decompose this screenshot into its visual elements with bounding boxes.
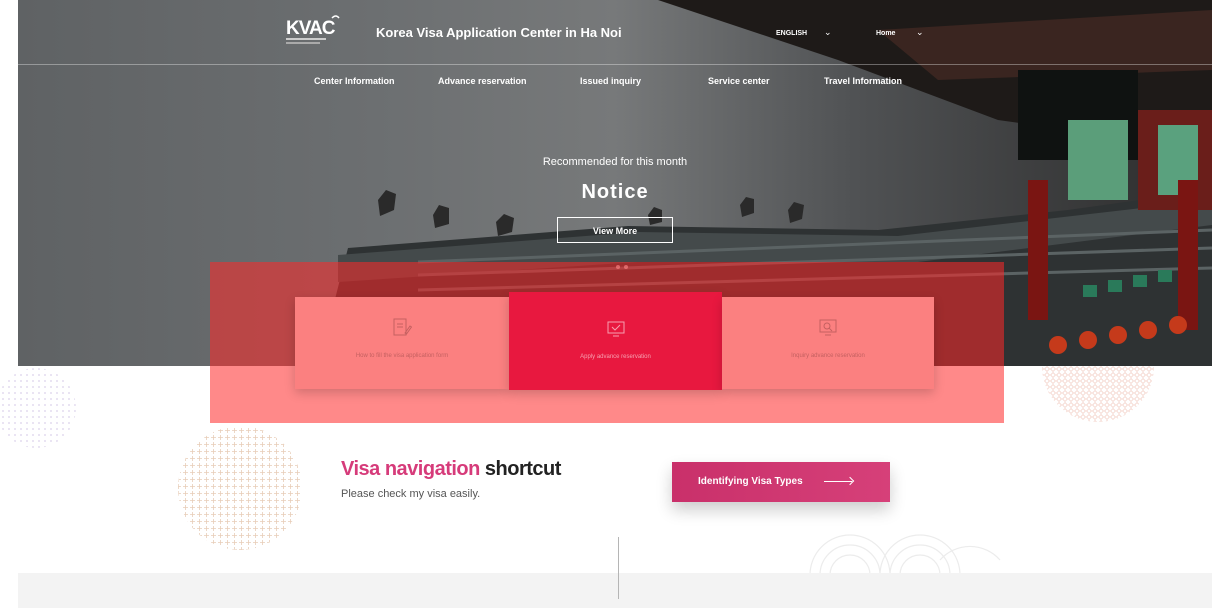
card-apply-reservation[interactable]: Apply advance reservation [509, 292, 722, 390]
top-bar: KVAC Korea Visa Application Center in Ha… [18, 0, 1212, 64]
button-label: Identifying Visa Types [698, 476, 803, 487]
identify-visa-types-button[interactable]: Identifying Visa Types [672, 462, 890, 502]
monitor-search-icon [819, 319, 837, 336]
site-title[interactable]: Korea Visa Application Center in Ha Noi [376, 25, 622, 40]
footer-band [18, 573, 1212, 608]
card-label: Inquiry advance reservation [791, 353, 865, 359]
card-label: Apply advance reservation [580, 354, 651, 360]
visa-title-highlight: Visa navigation [341, 458, 480, 480]
notice-title: Notice [581, 181, 649, 203]
page: KVAC Korea Visa Application Center in Ha… [0, 0, 1212, 608]
chevron-down-icon[interactable]: ⌄ [916, 27, 924, 38]
document-pen-icon [393, 318, 412, 336]
visa-navigation-title: Visa navigation shortcut [341, 458, 561, 481]
language-selector[interactable]: ENGLISH [776, 30, 807, 37]
kvac-logo[interactable]: KVAC [286, 14, 342, 50]
divider-line [618, 537, 619, 599]
card-visa-form-guide[interactable]: How to fill the visa application form [295, 297, 509, 389]
nav-center-information[interactable]: Center Information [314, 76, 395, 86]
nav-service-center[interactable]: Service center [708, 76, 770, 86]
home-link[interactable]: Home [876, 30, 895, 37]
view-more-button[interactable]: View More [557, 217, 673, 243]
card-inquiry-reservation[interactable]: Inquiry advance reservation [722, 297, 934, 389]
monitor-check-icon [607, 321, 624, 337]
card-label: How to fill the visa application form [355, 353, 449, 359]
nav-travel-information[interactable]: Travel Information [824, 76, 902, 86]
nav-issued-inquiry[interactable]: Issued inquiry [580, 76, 641, 86]
nav-divider [18, 64, 1212, 65]
svg-text:KVAC: KVAC [286, 18, 336, 39]
nav-advance-reservation[interactable]: Advance reservation [438, 76, 527, 86]
arrow-right-icon [824, 481, 852, 482]
visa-subtitle: Please check my visa easily. [341, 488, 481, 500]
visa-title-rest: shortcut [479, 458, 562, 480]
recommended-label: Recommended for this month [542, 156, 688, 168]
chevron-down-icon[interactable]: ⌄ [824, 27, 832, 38]
